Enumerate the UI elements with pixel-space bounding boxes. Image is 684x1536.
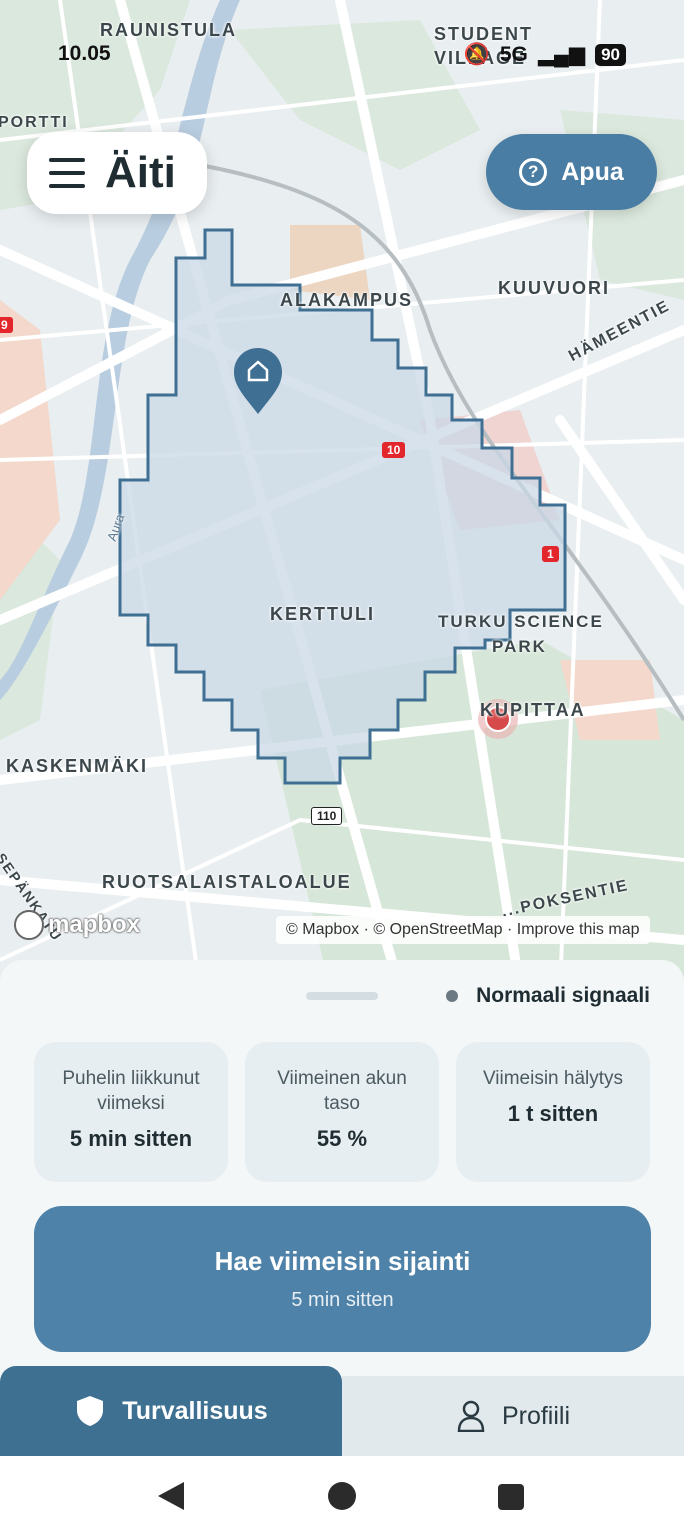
map-label-kupittaa: KUPITTAA — [480, 700, 586, 720]
map-label-kuuvuori: KUUVUORI — [498, 278, 611, 298]
card-title: Viimeisin hälytys — [482, 1068, 624, 1089]
card-value: 55 % — [316, 1126, 368, 1151]
map-attribution[interactable]: © Mapbox · © OpenStreetMap · Improve thi… — [276, 916, 650, 944]
back-icon[interactable] — [158, 1482, 184, 1510]
network-label: 5G — [499, 42, 528, 66]
battery-icon: 90 — [595, 43, 626, 66]
map-label-kerttuli: KERTTULI — [270, 604, 375, 624]
page-title: Äiti — [105, 148, 176, 197]
help-button[interactable]: ? Apua — [486, 134, 657, 210]
status-icons: 🔕 5G ▂▄▆ 90 — [464, 42, 626, 67]
sheet-drag-handle[interactable] — [306, 992, 378, 1000]
card-last-alert: Viimeisin hälytys 1 t sitten — [456, 1042, 650, 1182]
status-time: 10.05 — [58, 42, 111, 65]
title-pill: Äiti — [27, 132, 207, 214]
card-title: Viimeinen akun taso — [277, 1068, 407, 1114]
signal-icon: ▂▄▆ — [537, 43, 586, 66]
mute-icon: 🔕 — [463, 42, 490, 66]
road-number-110: 110 — [311, 807, 343, 825]
map-label-ruotsalaistaloalue: RUOTSALAISTALOALUE — [102, 872, 352, 892]
road-number-9: 9 — [0, 317, 13, 333]
signal-status: Normaali signaali — [446, 984, 650, 1008]
fetch-location-sub: 5 min sitten — [291, 1289, 394, 1311]
tab-profile[interactable]: Profiili — [342, 1376, 684, 1456]
shield-icon — [77, 1396, 104, 1426]
home-icon[interactable] — [328, 1482, 356, 1510]
card-value: 5 min sitten — [69, 1126, 193, 1151]
system-nav-bar — [0, 1456, 684, 1536]
info-cards: Puhelin liikkunut viimeksi 5 min sitten … — [34, 1042, 652, 1182]
mapbox-logo-icon — [14, 910, 44, 940]
map-label-park: PARK — [492, 637, 547, 656]
map-label-turku-science: TURKU SCIENCE — [438, 612, 604, 631]
road-number-1: 1 — [542, 546, 559, 562]
map-label-alakampus: ALAKAMPUS — [280, 290, 413, 310]
tab-security[interactable]: Turvallisuus — [0, 1366, 342, 1456]
card-battery-level: Viimeinen akun taso 55 % — [245, 1042, 439, 1182]
road-number-10: 10 — [382, 442, 406, 458]
tab-security-label: Turvallisuus — [122, 1396, 268, 1425]
card-phone-moved: Puhelin liikkunut viimeksi 5 min sitten — [34, 1042, 228, 1182]
signal-status-label: Normaali signaali — [476, 984, 650, 1007]
bottom-sheet: Normaali signaali Puhelin liikkunut viim… — [0, 960, 684, 1380]
card-title: Puhelin liikkunut viimeksi — [62, 1068, 200, 1114]
fetch-location-button[interactable]: Hae viimeisin sijainti 5 min sitten — [34, 1206, 651, 1352]
person-icon — [457, 1400, 485, 1432]
mapbox-logo[interactable]: mapbox — [14, 910, 140, 940]
menu-icon[interactable] — [49, 158, 85, 188]
map-label-kaskenmaki: KASKENMÄKI — [6, 756, 149, 776]
map-label-portti: PORTTI — [0, 114, 69, 131]
tab-bar: Turvallisuus Profiili — [0, 1366, 684, 1456]
signal-dot-icon — [446, 990, 459, 1002]
help-button-label: Apua — [561, 157, 624, 186]
question-icon: ? — [519, 158, 548, 186]
card-value: 1 t sitten — [507, 1101, 599, 1126]
tab-profile-label: Profiili — [501, 1401, 571, 1430]
status-bar: 10.05 🔕 5G ▂▄▆ 90 — [0, 38, 684, 74]
fetch-location-label: Hae viimeisin sijainti — [214, 1246, 471, 1276]
mapbox-logo-text: mapbox — [48, 911, 141, 938]
recent-apps-icon[interactable] — [498, 1484, 524, 1510]
